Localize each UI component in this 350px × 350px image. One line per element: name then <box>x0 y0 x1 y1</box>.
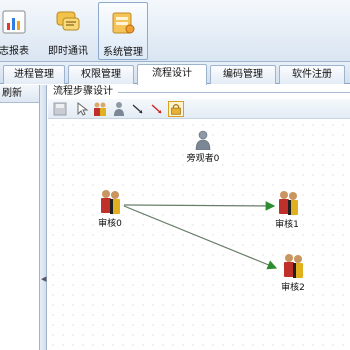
ribbon-button-report[interactable]: 志报表 <box>0 2 42 60</box>
module-tabs: 进程管理 权限管理 流程设计 编码管理 软件注册 <box>0 62 350 85</box>
designer-title: 流程步骤设计 <box>53 86 113 97</box>
tab-permission-management[interactable]: 权限管理 <box>68 65 134 84</box>
ribbon-button-instant-message[interactable]: 即时通讯 <box>42 2 94 60</box>
approver-icon <box>284 254 303 278</box>
ribbon: 志报表 即时通讯 系统管理 <box>0 0 350 62</box>
title-divider <box>118 92 350 93</box>
ribbon-button-label: 系统管理 <box>103 47 143 58</box>
designer-toolbar <box>48 99 350 119</box>
save-icon[interactable] <box>52 101 68 117</box>
flow-node-observer[interactable]: 旁观者0 <box>178 130 228 164</box>
flow-canvas[interactable]: 旁观者0 审核0 审核1 审核2 <box>48 120 350 350</box>
edge-approve0-approve1[interactable] <box>123 201 276 211</box>
add-observer-icon[interactable] <box>111 101 127 117</box>
flow-node-approver[interactable]: 审核0 <box>90 189 130 229</box>
connector-line-red-icon[interactable] <box>149 101 165 117</box>
report-chart-icon <box>2 10 26 34</box>
tab-code-management[interactable]: 编码管理 <box>210 65 276 84</box>
approver-icon <box>101 190 120 214</box>
panel-splitter[interactable]: ◀ <box>40 85 47 350</box>
node-label: 审核0 <box>98 219 122 229</box>
ribbon-button-label: 志报表 <box>0 46 29 57</box>
edge-approve0-approve2[interactable] <box>123 205 278 270</box>
left-panel: 刷新 <box>0 85 40 350</box>
refresh-button[interactable]: 刷新 <box>0 85 39 103</box>
pointer-icon[interactable] <box>74 101 90 117</box>
instant-message-icon <box>56 11 80 31</box>
lock-icon[interactable] <box>168 101 184 117</box>
node-label: 审核1 <box>275 220 299 230</box>
tab-flow-design[interactable]: 流程设计 <box>137 64 207 85</box>
ribbon-button-label: 即时通讯 <box>48 46 88 57</box>
flow-node-approver[interactable]: 审核1 <box>268 190 306 230</box>
flow-node-approver[interactable]: 审核2 <box>274 253 312 293</box>
ribbon-button-system-management[interactable]: 系统管理 <box>98 2 148 60</box>
tab-process-management[interactable]: 进程管理 <box>3 65 65 84</box>
collapse-arrow-icon[interactable]: ◀ <box>41 275 46 283</box>
approver-icon <box>279 191 298 215</box>
node-label: 旁观者0 <box>186 154 220 164</box>
system-management-icon <box>112 12 135 34</box>
tab-software-registration[interactable]: 软件注册 <box>279 65 345 84</box>
node-label: 审核2 <box>281 283 305 293</box>
add-approver-icon[interactable] <box>92 101 108 117</box>
connector-line-icon[interactable] <box>130 101 146 117</box>
flow-designer: 流程步骤设计 旁观者0 审核0 审核1 审核2 <box>48 85 350 350</box>
observer-icon <box>195 130 211 150</box>
